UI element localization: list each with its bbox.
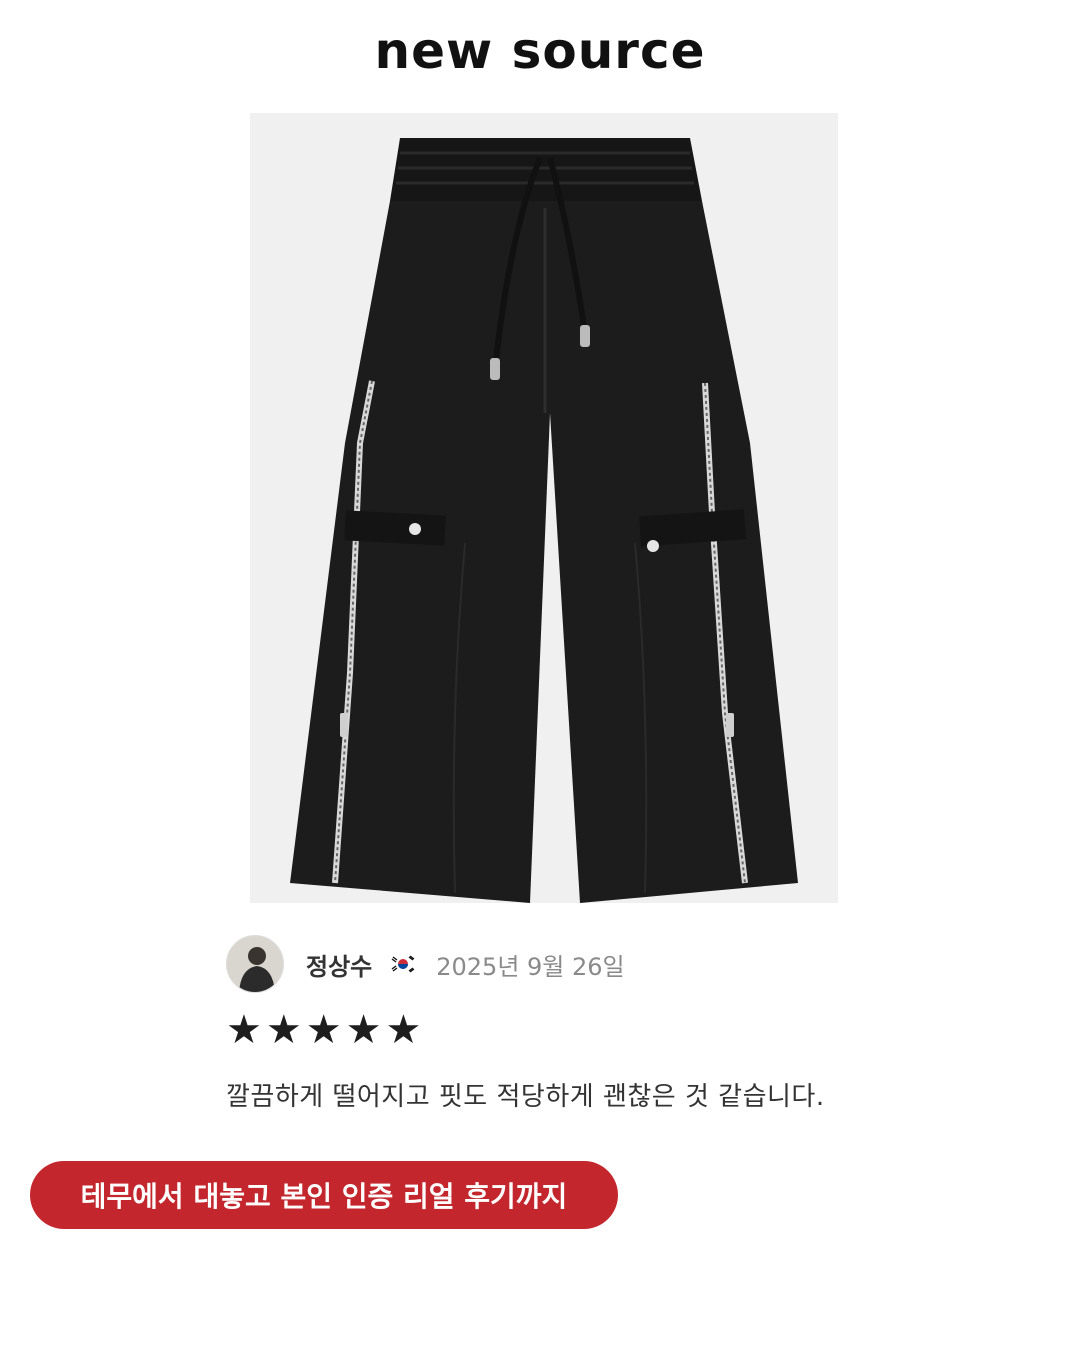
pants-illustration (290, 138, 798, 903)
review-card: 정상수 2025년 9월 26일 ★ ★ ★ ★ ★ 깔끔하게 떨어지고 핏도 … (226, 934, 926, 1113)
product-image (250, 113, 838, 903)
star-icon: ★ (305, 1007, 342, 1053)
rating-stars: ★ ★ ★ ★ ★ (226, 1010, 926, 1050)
promo-badge: 테무에서 대놓고 본인 인증 리얼 후기까지 (30, 1161, 618, 1229)
kr-flag-icon (390, 954, 417, 974)
review-header: 정상수 2025년 9월 26일 (226, 934, 926, 994)
brand-logo: new source (374, 22, 706, 80)
star-icon: ★ (226, 1007, 262, 1053)
reviewer-avatar (226, 935, 284, 993)
reviewer-name: 정상수 (306, 952, 373, 981)
review-date: 2025년 9월 26일 (436, 952, 625, 981)
star-icon: ★ (265, 1007, 302, 1053)
star-icon: ★ (385, 1007, 422, 1053)
star-icon: ★ (345, 1007, 382, 1053)
review-text: 깔끔하게 떨어지고 핏도 적당하게 괜찮은 것 같습니다. (226, 1082, 825, 1112)
avatar-image (227, 936, 283, 992)
